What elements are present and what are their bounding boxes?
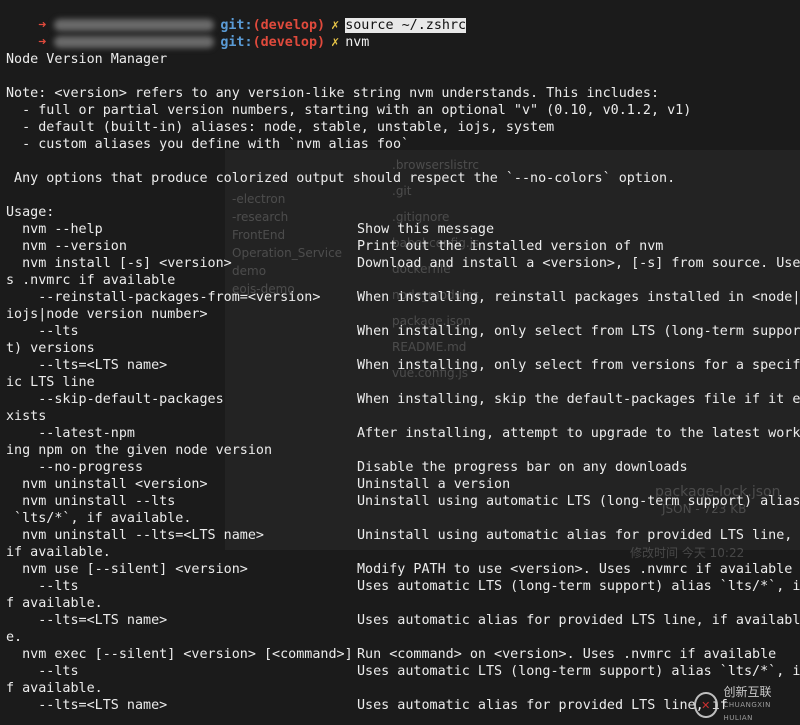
- output-line: - full or partial version numbers, start…: [6, 103, 692, 118]
- usage-description: Show this message: [357, 222, 495, 237]
- output-line: Node Version Manager: [6, 52, 168, 67]
- usage-command: nvm --version: [6, 239, 127, 254]
- usage-description: After installing, attempt to upgrade to …: [357, 426, 800, 441]
- usage-description: Download and install a <version>, [-s] f…: [357, 256, 800, 271]
- usage-description: Uninstall using automatic LTS (long-term…: [357, 494, 800, 509]
- usage-description: Uninstall using automatic alias for prov…: [357, 528, 793, 543]
- usage-command: f available.: [6, 681, 103, 696]
- usage-command: e.: [6, 630, 23, 645]
- usage-description: When installing, only select from versio…: [357, 358, 800, 373]
- usage-description: Run <command> on <version>. Uses .nvmrc …: [357, 647, 777, 662]
- usage-command: ic LTS line: [6, 375, 95, 390]
- usage-command: nvm uninstall --lts: [6, 494, 176, 509]
- watermark-logo: ✕ 创新互联 CHUANGXIN HULIAN: [694, 685, 794, 722]
- output-line: Note: <version> refers to any version-li…: [6, 86, 660, 101]
- usage-command: `lts/*`, if available.: [6, 511, 192, 526]
- usage-description: Uses automatic LTS (long-term support) a…: [357, 579, 800, 594]
- usage-command: iojs|node version number>: [6, 307, 208, 322]
- usage-command: ing npm on the given node version: [6, 443, 273, 458]
- brand-logo-icon: ✕: [694, 692, 718, 718]
- terminal-window[interactable]: ➜ git:(develop) ✗ source ~/.zshrc ➜ git:(dev…: [0, 0, 800, 723]
- usage-command: nvm use [--silent] <version>: [6, 562, 248, 577]
- usage-command: --reinstall-packages-from=<version>: [6, 290, 321, 305]
- usage-command: f available.: [6, 596, 103, 611]
- prompt-line-1: ➜ git:(develop) ✗ source ~/.zshrc: [6, 0, 467, 33]
- usage-command: xists: [6, 409, 47, 424]
- prompt-line-2: ➜ git:(develop) ✗ nvm: [6, 17, 369, 50]
- usage-command: nvm uninstall <version>: [6, 477, 208, 492]
- usage-command: if available.: [6, 545, 111, 560]
- output-line: Usage:: [6, 205, 55, 220]
- dirty-marker-icon: ✗: [331, 35, 340, 50]
- redacted-directory: [54, 36, 215, 48]
- prompt-arrow-icon: ➜: [38, 35, 47, 50]
- usage-command: --lts: [6, 664, 79, 679]
- usage-description: Print out the installed version of nvm: [357, 239, 664, 254]
- usage-command: nvm uninstall --lts=<LTS name>: [6, 528, 264, 543]
- usage-description: Modify PATH to use <version>. Uses .nvmr…: [357, 562, 793, 577]
- git-branch: (develop): [252, 35, 326, 50]
- usage-description: When installing, skip the default-packag…: [357, 392, 800, 407]
- usage-command: --lts: [6, 324, 79, 339]
- usage-description: When installing, reinstall packages inst…: [357, 290, 800, 305]
- usage-description: When installing, only select from LTS (l…: [357, 324, 800, 339]
- output-line: Any options that produce colorized outpu…: [6, 171, 676, 186]
- usage-command: --lts: [6, 579, 79, 594]
- usage-command: nvm exec [--silent] <version> [<command>…: [6, 647, 353, 662]
- usage-description: Uses automatic LTS (long-term support) a…: [357, 664, 800, 679]
- output-line: - default (built-in) aliases: node, stab…: [6, 120, 555, 135]
- usage-command: --skip-default-packages: [6, 392, 224, 407]
- usage-command: s .nvmrc if available: [6, 273, 176, 288]
- usage-command: --latest-npm: [6, 426, 135, 441]
- usage-command: --lts=<LTS name>: [6, 358, 168, 373]
- usage-command: --lts=<LTS name>: [6, 613, 168, 628]
- usage-command: t) versions: [6, 341, 95, 356]
- usage-command: --no-progress: [6, 460, 144, 475]
- usage-description: Disable the progress bar on any download…: [357, 460, 688, 475]
- output-line: - custom aliases you define with `nvm al…: [6, 137, 410, 152]
- usage-description: Uses automatic alias for provided LTS li…: [357, 698, 728, 713]
- usage-command: nvm --help: [6, 222, 103, 237]
- brand-name: 创新互联: [723, 684, 772, 699]
- usage-command: nvm install [-s] <version>: [6, 256, 232, 271]
- command-text: nvm: [345, 35, 370, 50]
- usage-command: --lts=<LTS name>: [6, 698, 168, 713]
- usage-description: Uses automatic alias for provided LTS li…: [357, 613, 800, 628]
- git-label: git:: [220, 35, 253, 50]
- usage-description: Uninstall a version: [357, 477, 511, 492]
